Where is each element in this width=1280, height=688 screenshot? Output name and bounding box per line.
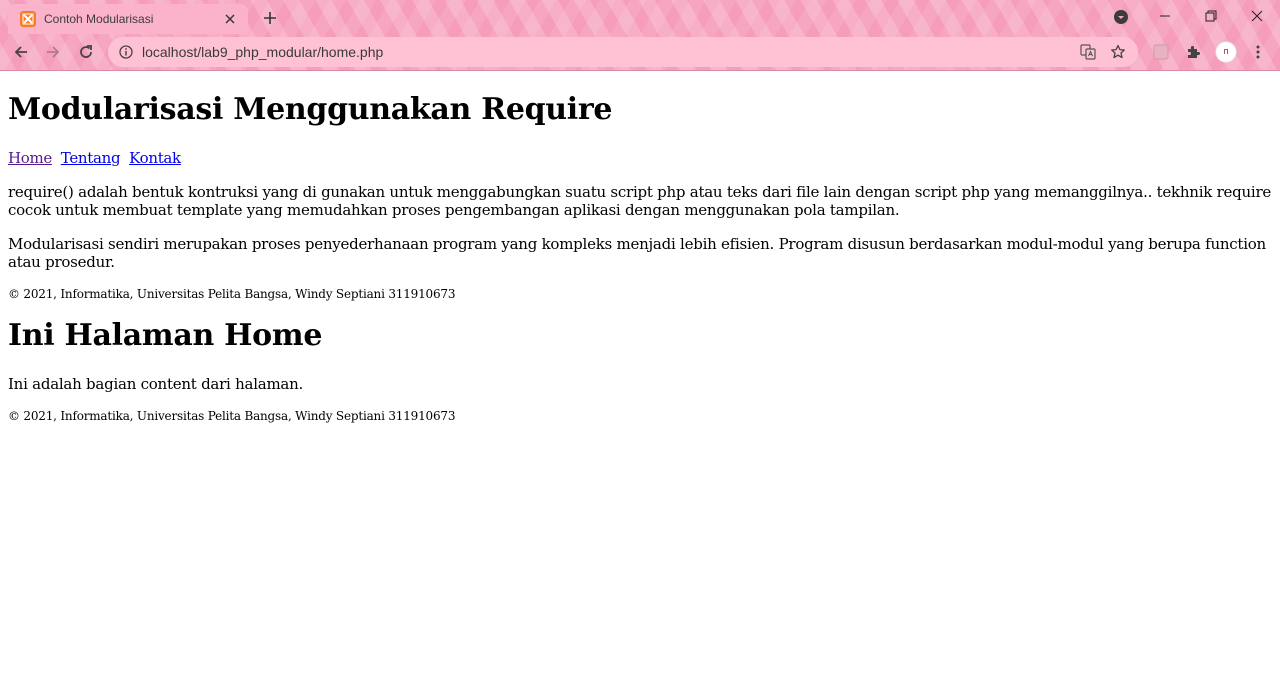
paragraph-modularisasi: Modularisasi sendiri merupakan proses pe… [8,235,1266,271]
tab-search-icon[interactable] [1112,8,1130,26]
paragraph-require: require() adalah bentuk kontruksi yang d… [8,183,1272,219]
tab-close-icon[interactable] [222,11,238,27]
xampp-favicon-icon [20,11,36,27]
content-heading: Ini Halaman Home [8,318,323,353]
footer-text: © 2021, Informatika, Universitas Pelita … [8,287,456,301]
site-info-icon[interactable] [118,44,134,60]
footer-text-2: © 2021, Informatika, Universitas Pelita … [8,409,456,423]
minimize-button[interactable] [1142,0,1188,32]
tab-strip: Contoh Modularisasi [0,0,1280,34]
browser-toolbar: localhost/lab9_php_modular/home.php ᴨ [0,34,1280,71]
nav-link-tentang[interactable]: Tentang [61,149,121,167]
translate-icon[interactable] [1078,42,1098,62]
back-button[interactable] [7,38,35,66]
close-window-button[interactable] [1234,0,1280,32]
extensions-puzzle-icon[interactable] [1183,42,1203,62]
nav-link-kontak[interactable]: Kontak [129,149,181,167]
reload-button[interactable] [72,38,100,66]
menu-kebab-icon[interactable] [1248,42,1268,62]
restore-button[interactable] [1188,0,1234,32]
browser-tab[interactable]: Contoh Modularisasi [8,4,248,34]
nav-links: Home Tentang Kontak [8,149,1272,167]
nav-link-home[interactable]: Home [8,149,52,167]
profile-avatar[interactable]: ᴨ [1215,41,1237,63]
avatar-initials: ᴨ [1223,47,1229,57]
new-tab-button[interactable] [258,7,282,29]
forward-button[interactable] [39,38,67,66]
page-heading: Modularisasi Menggunakan Require [8,92,613,127]
bookmark-star-icon[interactable] [1108,42,1128,62]
page-content: Modularisasi Menggunakan Require Home Te… [0,71,1280,688]
extension-icon[interactable] [1151,42,1171,62]
browser-chrome: Contoh Modularisasi localhost/lab9_php_m… [0,0,1280,71]
tab-title: Contoh Modularisasi [44,12,154,26]
address-bar[interactable]: localhost/lab9_php_modular/home.php [108,37,1138,67]
url-text: localhost/lab9_php_modular/home.php [142,44,384,60]
content-text: Ini adalah bagian content dari halaman. [8,375,304,393]
